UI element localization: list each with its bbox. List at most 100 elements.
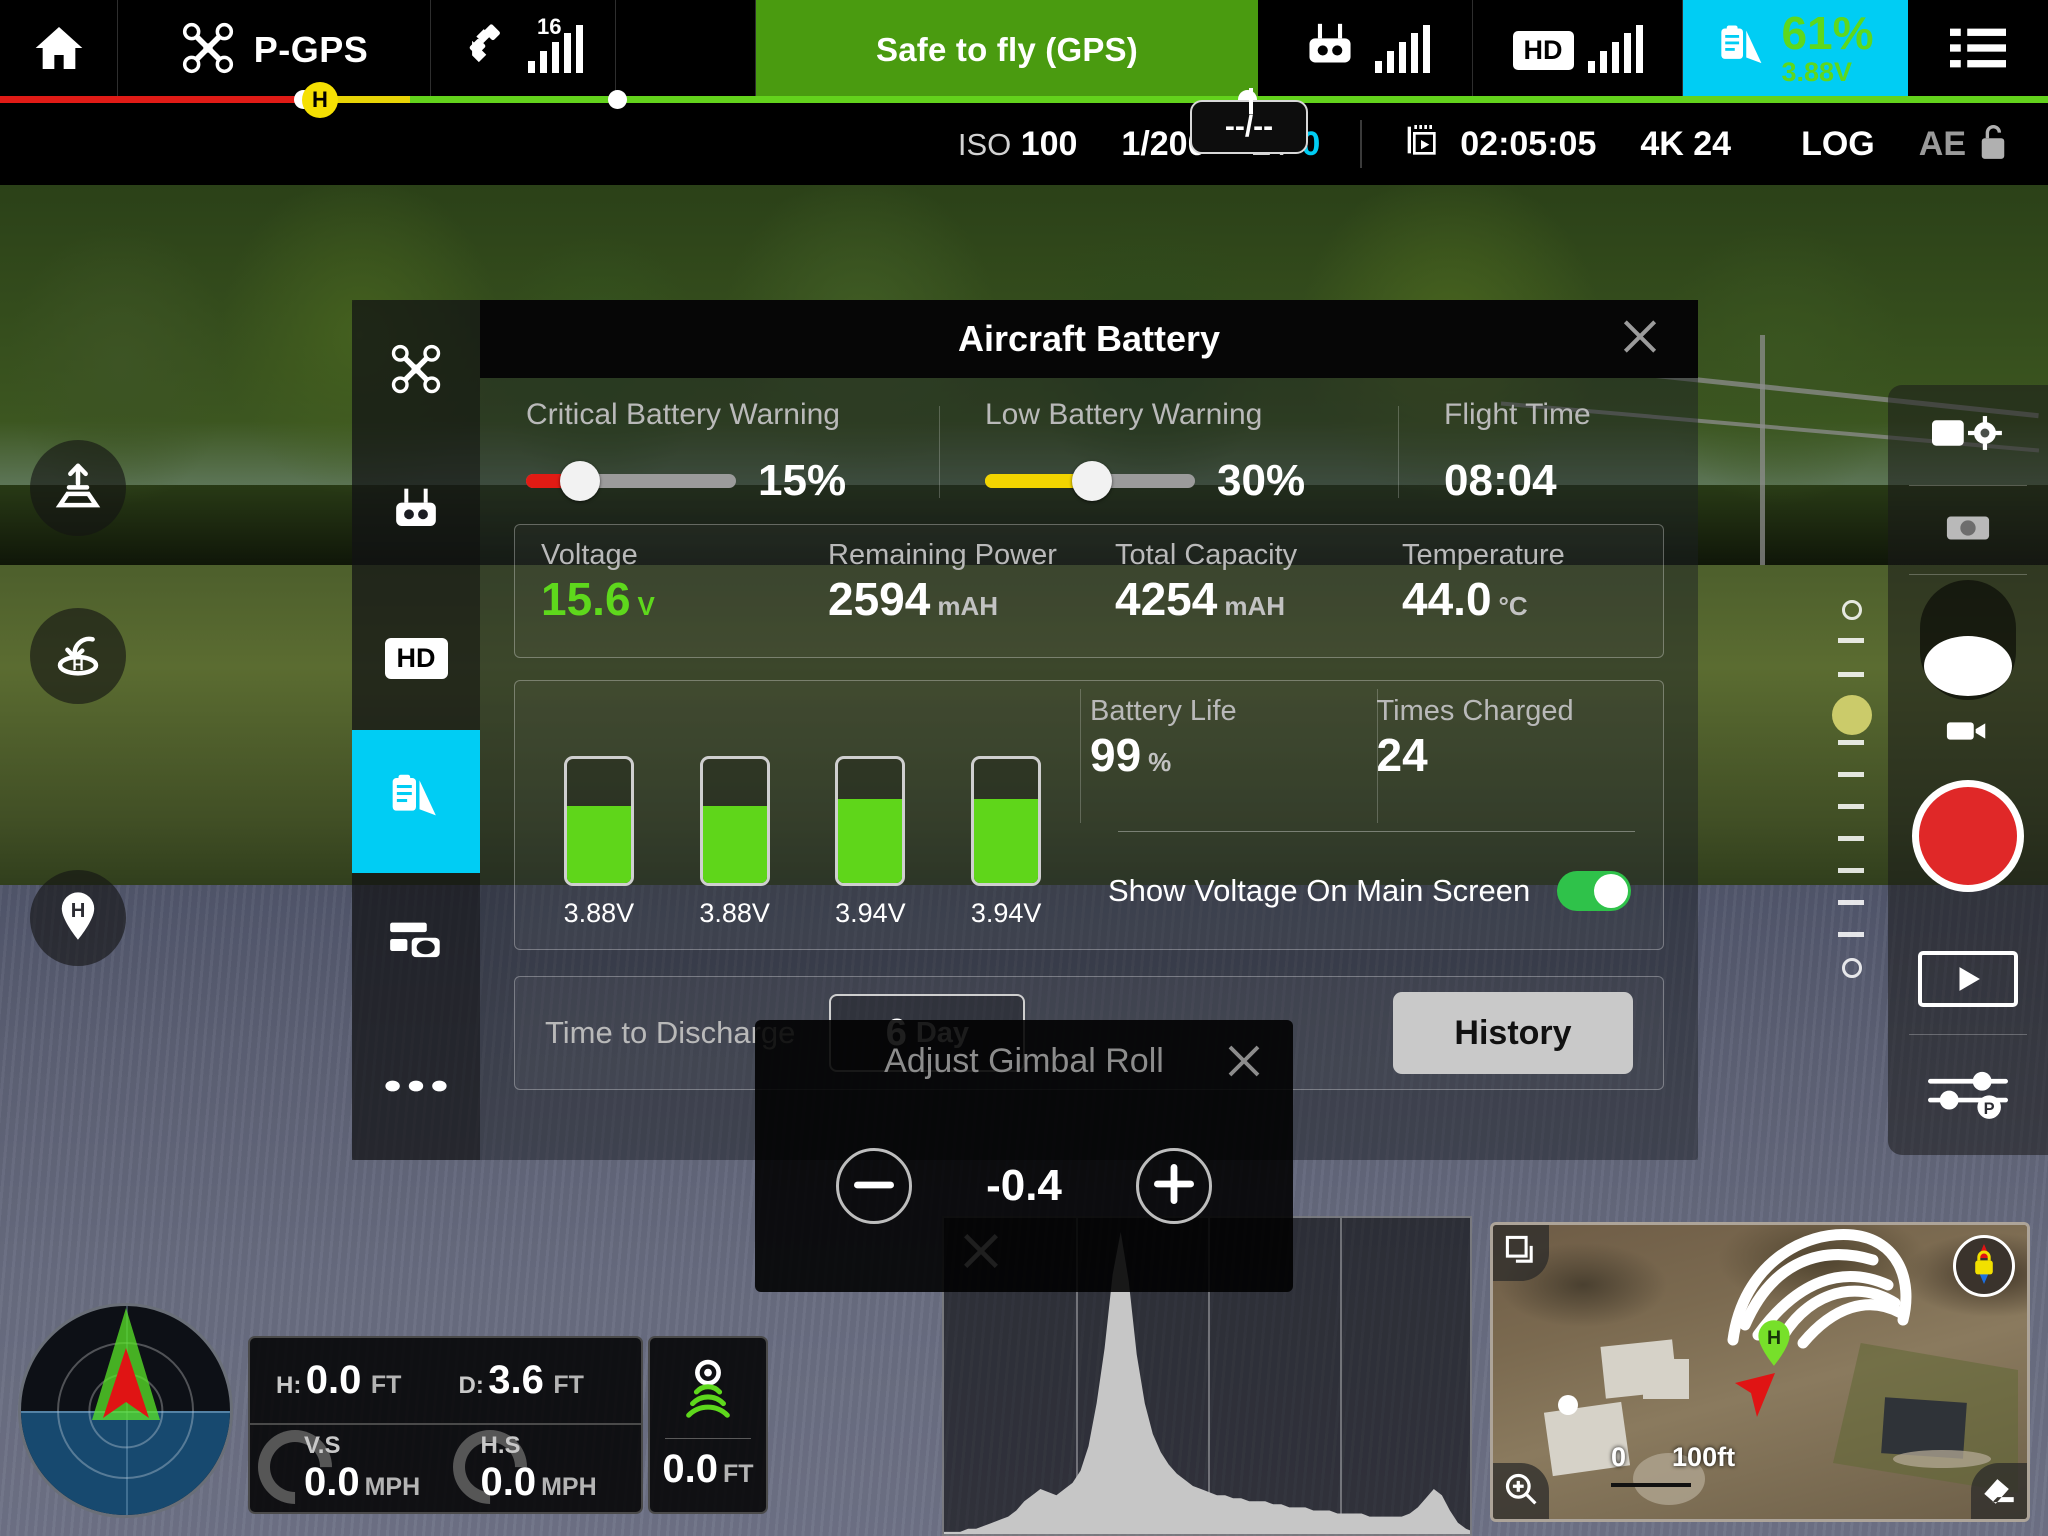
map-layers-button[interactable] [1493, 1225, 1549, 1281]
history-button[interactable]: History [1393, 992, 1633, 1074]
stat-value: 4254 [1115, 573, 1218, 625]
sidebar-item-image-transmission[interactable]: HD [352, 587, 480, 730]
distance-value: 3.6 [488, 1358, 544, 1402]
divider [1360, 120, 1363, 168]
scale-endpoint-bottom [1842, 958, 1862, 978]
close-icon[interactable] [1618, 315, 1662, 364]
scale-tick [1838, 836, 1864, 841]
low-warning-value: 30% [1217, 456, 1306, 505]
aircraft-heading-arrow [99, 1346, 153, 1429]
svg-text:P: P [1984, 1100, 1995, 1118]
sidebar-item-battery[interactable] [352, 729, 480, 874]
playback-button[interactable] [1888, 924, 2048, 1034]
times-charged-label: Times Charged [1376, 695, 1574, 727]
flight-status-banner: Safe to fly (GPS) [756, 0, 1258, 100]
critical-warning-value: 15% [758, 456, 847, 505]
mini-map[interactable]: H 0 100ft [1490, 1222, 2030, 1522]
record-shutter-button[interactable] [1912, 780, 2024, 892]
map-erase-button[interactable] [1971, 1463, 2027, 1519]
camera-parameters-button[interactable]: P [1888, 1035, 2048, 1155]
satellite-count: 16 [537, 14, 562, 39]
map-zoom-button[interactable] [1493, 1463, 1549, 1519]
svg-text:H: H [1767, 1327, 1781, 1349]
vision-positioning-panel: 0.0 FT [648, 1336, 768, 1514]
battery-stats-card: Voltage 15.6 V Remaining Power 2594 mAH To… [514, 524, 1664, 658]
video-downlink-indicator[interactable]: HD [1473, 0, 1683, 100]
flight-status-label: Safe to fly (GPS) [876, 31, 1138, 68]
map-point [1558, 1395, 1578, 1415]
exposure-marker[interactable] [1832, 695, 1872, 735]
critical-battery-warning: Critical Battery Warning 15% [480, 398, 939, 506]
unlocked-padlock-icon[interactable] [1978, 123, 2008, 166]
color-profile[interactable]: LOG [1801, 125, 1875, 164]
sidebar-item-more[interactable] [352, 1017, 480, 1160]
video-resolution[interactable]: 4K 24 [1640, 125, 1731, 164]
critical-warning-slider[interactable] [526, 461, 736, 501]
return-to-home-button[interactable]: H [30, 608, 126, 704]
height-label: H: [276, 1372, 302, 1399]
takeoff-button[interactable] [30, 440, 126, 536]
map-scale-min: 0 [1611, 1442, 1627, 1472]
sidebar-item-gimbal[interactable] [352, 873, 480, 1016]
focus-tick [1249, 88, 1253, 114]
hs-value: 0.0 [480, 1460, 537, 1504]
return-to-home-icon: H [51, 627, 105, 686]
close-icon[interactable] [1223, 1040, 1265, 1087]
home-button[interactable] [0, 0, 118, 100]
battery-life-unit: % [1148, 747, 1172, 777]
video-mode-button[interactable] [1888, 705, 2048, 761]
stat-unit: V [637, 591, 655, 621]
top-status-bar: P-GPS 16 Safe to fly (GPS) HD 61% 3.88V [0, 0, 2048, 100]
show-voltage-toggle[interactable] [1557, 870, 1631, 911]
capture-mode-dial[interactable] [1888, 575, 2048, 705]
scale-tick [1838, 772, 1864, 777]
satellite-icon [464, 21, 518, 80]
scale-tick [1838, 740, 1864, 745]
general-settings-button[interactable] [1908, 0, 2048, 100]
map-building [1643, 1359, 1689, 1399]
rc-signal-indicator[interactable] [1258, 0, 1473, 100]
status-gap [616, 0, 756, 100]
plus-icon [1154, 1163, 1194, 1209]
photo-mode-button[interactable] [1888, 486, 2048, 574]
flight-mode-button[interactable]: P-GPS [118, 0, 431, 100]
sidebar-item-remote-controller[interactable] [352, 443, 480, 586]
gps-signal-indicator[interactable]: 16 [431, 0, 616, 100]
scale-endpoint-top [1842, 600, 1862, 620]
downlink-signal-bars [1587, 25, 1643, 73]
drone-icon [389, 342, 443, 401]
ae-lock-label[interactable]: AE [1919, 125, 1966, 164]
battery-life-value: 99 [1090, 729, 1142, 781]
vision-sensor-icon [679, 1359, 737, 1430]
remote-controller-icon [388, 484, 444, 545]
map-scale-max: 100ft [1672, 1442, 1736, 1472]
hd-icon: HD [384, 637, 448, 679]
gimbal-increase-button[interactable] [1136, 1148, 1212, 1224]
sidebar-item-aircraft[interactable] [352, 300, 480, 443]
stat-remaining-power: Remaining Power 2594 mAH [802, 525, 1089, 657]
map-lock-button[interactable] [1953, 1235, 2015, 1297]
shutter-record-button[interactable] [1888, 761, 2048, 911]
camera-settings-button[interactable] [1888, 385, 2048, 485]
times-charged-block: Times Charged 24 [1376, 681, 1664, 831]
battery-level-strip: H [0, 82, 2048, 118]
low-warning-label: Low Battery Warning [985, 398, 1263, 431]
iso-setting[interactable]: ISO 100 [958, 125, 1078, 164]
low-warning-slider[interactable] [985, 461, 1195, 501]
map-scale: 0 100ft [1611, 1442, 1735, 1473]
map-driveway [1893, 1450, 1991, 1468]
gimbal-decrease-button[interactable] [836, 1148, 912, 1224]
distance-label: D: [458, 1372, 484, 1399]
stat-label: Remaining Power [828, 539, 1057, 571]
rc-signal-bars [1374, 25, 1430, 73]
stat-value: 15.6 [541, 573, 631, 625]
scale-tick [1838, 868, 1864, 873]
attitude-radar-indicator[interactable] [18, 1303, 233, 1518]
home-point-button[interactable]: H [30, 870, 126, 966]
scale-tick [1838, 804, 1864, 809]
home-pin-icon: H [51, 889, 105, 948]
scale-tick [1838, 932, 1864, 937]
cell-indicator: 3.88V [564, 756, 634, 929]
battery-status-button[interactable]: 61% 3.88V [1683, 0, 1908, 100]
stat-label: Temperature [1402, 539, 1565, 571]
